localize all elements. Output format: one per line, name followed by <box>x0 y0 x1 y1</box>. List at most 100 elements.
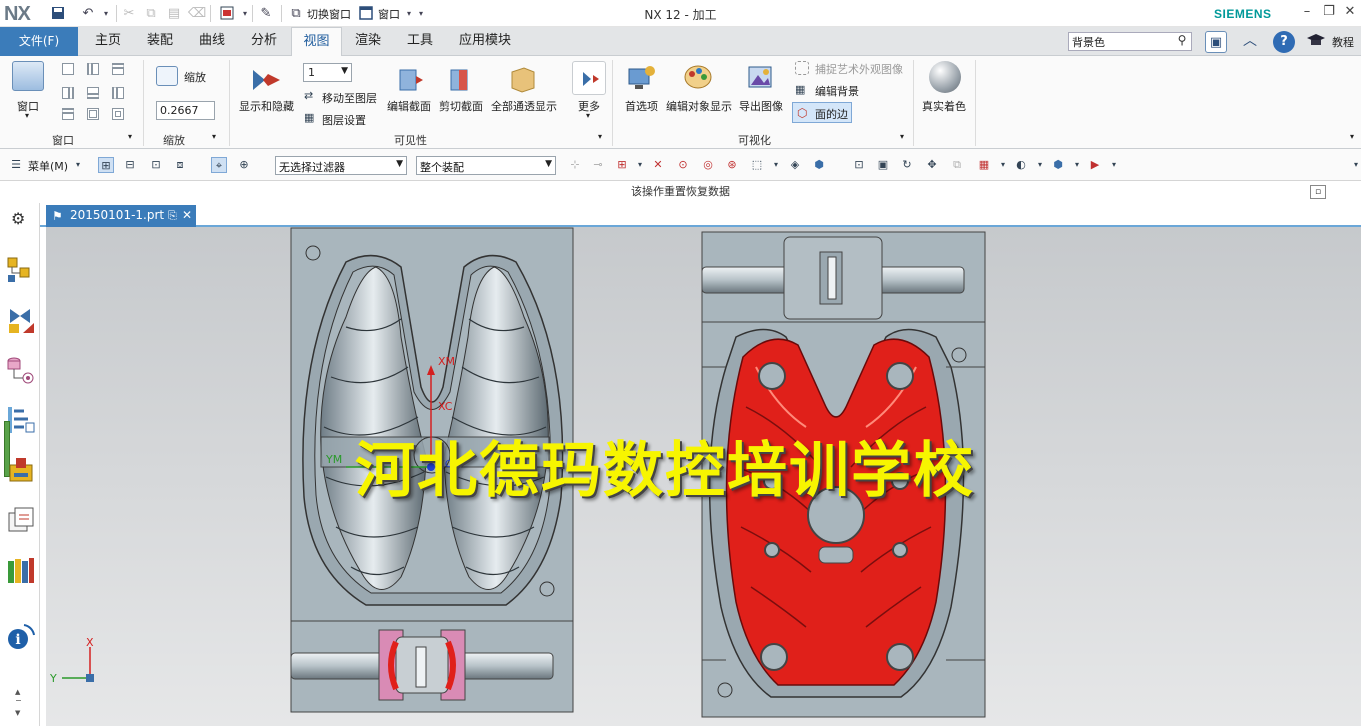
zoom-group-more-icon[interactable]: ▾ <box>212 132 216 141</box>
quick-pick-icon[interactable]: ⊕ <box>236 157 252 173</box>
orient-view-dropdown-icon[interactable]: ▾ <box>1069 157 1085 173</box>
layout-two-horizontal-icon[interactable] <box>112 63 124 75</box>
preferences-label[interactable]: 首选项 <box>625 98 658 114</box>
render-style-icon[interactable]: ◐ <box>1013 157 1029 173</box>
layout-four-icon[interactable] <box>62 108 74 120</box>
tab-view[interactable]: 视图 <box>291 27 342 57</box>
command-finder-icon[interactable] <box>219 5 235 21</box>
orient-view-icon[interactable]: ⬢ <box>1050 157 1066 173</box>
layout-single-icon[interactable] <box>62 63 74 75</box>
move-to-layer-icon[interactable]: ⇄ <box>304 89 318 103</box>
snap-endpoint-icon[interactable]: ⊹ <box>567 157 583 173</box>
window-large-icon[interactable] <box>12 61 44 91</box>
window-icon[interactable] <box>358 5 374 21</box>
tutorial-link[interactable]: 教程 <box>1332 34 1354 50</box>
all-transparent-label[interactable]: 全部通透显示 <box>491 98 557 114</box>
zoom-button-label[interactable]: 缩放 <box>184 69 206 85</box>
search-icon[interactable]: ⚲ <box>1174 33 1190 49</box>
window-menu-label[interactable]: 窗口 <box>378 6 400 22</box>
more-icon[interactable] <box>572 61 606 95</box>
select-body-icon[interactable]: ⊡ <box>148 157 164 173</box>
true-shading-label[interactable]: 真实着色 <box>922 98 966 114</box>
layout-four-alt-icon[interactable] <box>87 108 99 120</box>
settings-gear-icon[interactable]: ⚙ <box>11 209 25 228</box>
close-tab-icon[interactable]: ✕ <box>182 205 192 226</box>
ribbon-options-icon[interactable]: ▾ <box>1350 132 1354 141</box>
help-icon[interactable]: ? <box>1273 31 1295 53</box>
customize-quick-access-icon[interactable]: ▾ <box>413 5 429 21</box>
layout-three-alt-icon[interactable] <box>87 87 99 99</box>
constraint-navigator-icon[interactable] <box>6 305 36 335</box>
layout-grid-icon[interactable] <box>112 108 124 120</box>
tab-analysis[interactable]: 分析 <box>242 27 286 56</box>
tab-assembly[interactable]: 装配 <box>138 27 182 56</box>
delete-icon[interactable]: ⌫ <box>188 5 206 21</box>
view-orientation-dropdown-icon[interactable]: ▾ <box>995 157 1011 173</box>
close-icon[interactable]: ✕ <box>1341 4 1359 22</box>
all-transparent-icon[interactable] <box>508 64 538 94</box>
cut-icon[interactable]: ✂ <box>121 5 137 21</box>
snap-intersection-icon[interactable]: ✕ <box>650 157 666 173</box>
pan-view-icon[interactable]: ✥ <box>924 157 940 173</box>
history-library-icon[interactable] <box>6 555 36 585</box>
more-dropdown-icon[interactable]: ▾ <box>586 111 590 120</box>
file-menu-tab[interactable]: 文件(F) <box>0 27 78 56</box>
snap-midpoint-icon[interactable]: ⊸ <box>590 157 606 173</box>
clip-section-label[interactable]: 剪切截面 <box>439 98 483 114</box>
render-style-dropdown-icon[interactable]: ▾ <box>1032 157 1048 173</box>
menu-icon[interactable]: ☰ <box>8 157 24 173</box>
show-hidden-icon[interactable]: ◈ <box>787 157 803 173</box>
window-group-more-icon[interactable]: ▾ <box>128 132 132 141</box>
tab-tools[interactable]: 工具 <box>398 27 442 56</box>
layout-three-side-icon[interactable] <box>112 87 124 99</box>
edit-section-icon[interactable] <box>395 64 425 94</box>
show-hide-tool-icon[interactable]: ▶ <box>1087 157 1103 173</box>
true-shading-icon[interactable] <box>929 61 961 93</box>
show-hide-label[interactable]: 显示和隐藏 <box>239 98 294 114</box>
tab-render[interactable]: 渲染 <box>346 27 390 56</box>
undo-dropdown-icon[interactable]: ▾ <box>98 5 114 21</box>
reuse-library-icon[interactable] <box>6 505 36 535</box>
tab-curve[interactable]: 曲线 <box>190 27 234 56</box>
edit-object-display-icon[interactable] <box>682 61 714 93</box>
preferences-icon[interactable] <box>626 63 656 93</box>
paste-icon[interactable]: ▤ <box>166 5 182 21</box>
zoom-window-icon[interactable]: ▣ <box>875 157 891 173</box>
solid-view-icon[interactable]: ⬢ <box>811 157 827 173</box>
fullscreen-icon[interactable]: ▣ <box>1205 31 1227 53</box>
switch-window-label[interactable]: 切换窗口 <box>307 6 351 22</box>
zoom-scale-input[interactable]: 0.2667 <box>156 101 215 120</box>
edit-background-icon[interactable]: ▦ <box>795 83 809 97</box>
copy-icon[interactable]: ⧉ <box>143 5 159 21</box>
restore-icon[interactable]: ❐ <box>1320 4 1338 22</box>
layout-two-vertical-icon[interactable] <box>87 63 99 75</box>
save-icon[interactable] <box>50 5 66 21</box>
select-component-icon[interactable]: ⊟ <box>122 157 138 173</box>
undo-icon[interactable]: ↶ <box>80 5 96 21</box>
part-navigator-icon[interactable] <box>6 355 36 385</box>
selection-scope-select[interactable]: 整个装配 ▼ <box>416 156 556 175</box>
zoom-icon[interactable] <box>156 66 178 86</box>
layer-settings-icon[interactable]: ▦ <box>304 111 318 125</box>
assembly-navigator-icon[interactable] <box>6 255 36 285</box>
face-edges-toggle[interactable]: ⬡ 面的边 <box>792 102 852 123</box>
graduation-cap-icon[interactable] <box>1306 33 1326 47</box>
layout-three-icon[interactable] <box>62 87 74 99</box>
move-to-layer-label[interactable]: 移动至图层 <box>322 90 377 106</box>
layer-select[interactable]: 1 ▼ <box>303 63 352 82</box>
selection-box-dropdown-icon[interactable]: ▾ <box>768 157 784 173</box>
clip-section-icon[interactable] <box>446 64 476 94</box>
visibility-group-more-icon[interactable]: ▾ <box>598 132 602 141</box>
layer-settings-label[interactable]: 图层设置 <box>322 112 366 128</box>
scroll-up-icon[interactable]: ▲ <box>15 688 20 696</box>
minimize-icon[interactable]: – <box>1298 4 1316 22</box>
document-tab[interactable]: ⚑ 20150101-1.prt ⎘ ✕ <box>46 205 196 227</box>
menu-button[interactable]: 菜单(M) <box>28 158 68 174</box>
scroll-track[interactable] <box>16 700 21 701</box>
snap-arc-center-icon[interactable]: ⊙ <box>675 157 691 173</box>
edit-object-display-label[interactable]: 编辑对象显示 <box>666 98 732 114</box>
selection-filter-select[interactable]: 无选择过滤器 ▼ <box>275 156 407 175</box>
show-hide-tool-dropdown-icon[interactable]: ▾ <box>1106 157 1122 173</box>
menu-dropdown-icon[interactable]: ▾ <box>70 157 86 173</box>
snap-control-point-icon[interactable]: ⊞ <box>614 157 630 173</box>
